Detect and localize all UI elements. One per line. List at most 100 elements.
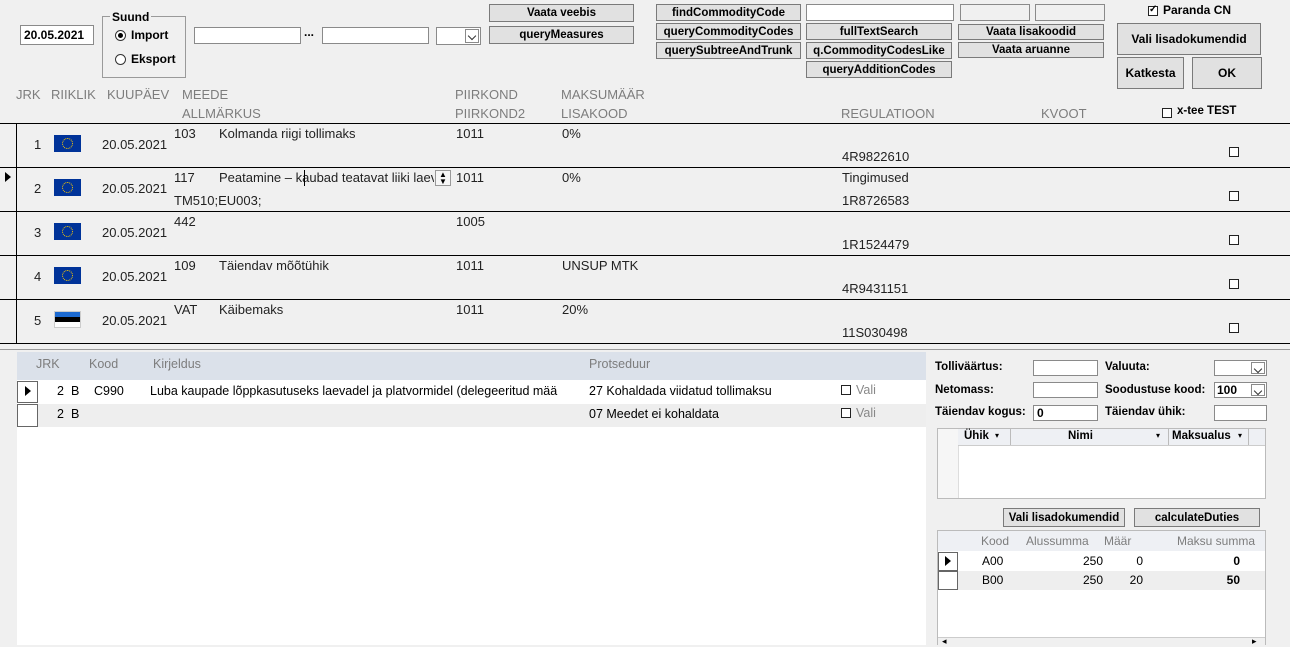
measure-date: 20.05.2021 [102,181,168,196]
xtee-test-label: x-tee TEST [1177,105,1237,117]
netomass-input[interactable] [1033,382,1098,398]
taiendav-kogus-input[interactable]: 0 [1033,405,1098,421]
text-cursor [304,170,305,186]
valuuta-select[interactable] [1214,360,1267,376]
measure-conditions-link[interactable]: Tingimused [842,170,909,185]
export-radio[interactable] [115,54,126,65]
measure-row[interactable]: 2 20.05.2021 117 Peatamine – kaubad teat… [0,168,1290,212]
measure-checkbox[interactable] [1229,235,1239,245]
vaata-lisakoodid-button[interactable]: Vaata lisakoodid [958,24,1104,40]
vali-label: Vali [856,383,876,397]
col-jrk: JRK [16,87,41,102]
measure-checkbox[interactable] [1229,147,1239,157]
netomass-label: Netomass: [935,384,994,396]
cond-proc: 27 Kohaldada viidatud tollimaksu [589,384,772,398]
duty-maar: 0 [1136,554,1143,568]
col-lisakood: LISAKOOD [561,106,628,121]
measure-checkbox[interactable] [1229,279,1239,289]
vali-lisadokumendid-top-button[interactable]: Vali lisadokumendid [1117,23,1261,55]
duty-kood: B00 [982,573,1004,587]
query-addition-codes-button[interactable]: queryAdditionCodes [806,61,952,78]
col-divider [1248,429,1249,445]
measure-date: 20.05.2021 [102,137,168,152]
sort-icon[interactable]: ▾ [995,431,999,440]
calculate-duties-button[interactable]: calculateDuties [1134,508,1260,527]
measure-desc: Täiendav mõõtühik [219,258,329,273]
measure-row[interactable]: 1 20.05.2021 103 Kolmanda riigi tollimak… [0,124,1290,168]
measure-row[interactable]: 4 20.05.2021 109 Täiendav mõõtühik 1011 … [0,256,1290,300]
sort-icon[interactable]: ▾ [1238,431,1242,440]
condition-row[interactable]: 2 B 07 Meedet ei kohaldata Vali [17,404,926,427]
vaata-aruanne-button[interactable]: Vaata aruanne [958,42,1104,58]
scroll-right-icon[interactable]: ▸ [1252,636,1257,647]
taiendav-uhik-input[interactable] [1214,405,1267,421]
chevron-down-icon [1251,384,1265,396]
paranda-cn-label: Paranda CN [1163,3,1232,17]
measure-rate: UNSUP MTK [562,258,639,273]
tollivaartus-input[interactable] [1033,360,1098,376]
cond-type: B [71,407,80,421]
duty-summa: 0 [1233,554,1240,568]
unit-col-nimi: Nimi [1068,430,1093,442]
sort-icon[interactable]: ▾ [1156,431,1160,440]
range-select[interactable] [436,27,481,45]
duty-col-alussumma: Alussumma [1026,534,1089,548]
measure-rate: 20% [562,302,589,317]
cond-col-protseduur: Protseduur [589,357,651,371]
direction-group [102,16,186,78]
range-from-input[interactable] [194,27,301,44]
vali-checkbox[interactable] [841,408,851,418]
query-subtree-button[interactable]: querySubtreeAndTrunk [656,42,801,59]
eu-flag-icon [54,179,81,196]
vali-checkbox[interactable] [841,385,851,395]
commodity-codes-like-button[interactable]: q.CommodityCodesLike [806,42,952,59]
scroll-left-icon[interactable]: ◂ [942,636,947,647]
code-input-1[interactable] [960,4,1030,21]
ok-button[interactable]: OK [1192,57,1262,89]
duty-row[interactable]: B00 250 20 50 [938,571,1265,590]
measure-row[interactable]: 5 20.05.2021 VAT Käibemaks 1011 20% 11S0… [0,300,1290,344]
vali-lisadokumendid-button[interactable]: Vali lisadokumendid [1003,508,1125,527]
measure-checkbox[interactable] [1229,191,1239,201]
measure-row[interactable]: 3 20.05.2021 442 1005 1R1524479 [0,212,1290,256]
import-radio[interactable] [115,30,126,41]
measure-checkbox[interactable] [1229,323,1239,333]
paranda-cn-checkbox[interactable]: ✓ [1148,4,1158,16]
measure-jrk: 4 [34,269,42,284]
measure-area: 1011 [456,170,484,185]
katkesta-button[interactable]: Katkesta [1117,57,1184,89]
condition-row[interactable]: 2 B C990 Luba kaupade lõppkasutuseks lae… [17,381,926,403]
measure-rate: 0% [562,126,581,141]
date-input[interactable]: 20.05.2021 [20,25,94,45]
range-to-input[interactable] [322,27,429,44]
xtee-test-checkbox[interactable] [1162,108,1172,118]
vaata-veebis-button[interactable]: Vaata veebis [489,4,634,22]
measure-desc: Kolmanda riigi tollimaks [219,126,356,141]
unit-grid-selector [938,429,959,498]
measure-note: TM510;EU003; [174,193,262,208]
duty-summa: 50 [1226,573,1240,587]
soodustuse-kood-value: 100 [1217,383,1238,397]
cond-desc: Luba kaupade lõppkasutuseks laevadel ja … [150,384,558,398]
unit-col-uhik: Ühik [964,430,989,442]
full-text-search-button[interactable]: fullTextSearch [806,23,952,40]
measure-desc: Peatamine – kaubad teatavat liiki laev [219,170,434,185]
spin-button[interactable]: ▲ ▼ [435,170,451,186]
check-icon: ✓ [1149,4,1158,15]
query-measures-button[interactable]: queryMeasures [489,26,634,44]
duty-kood: A00 [982,554,1004,568]
find-commodity-code-button[interactable]: findCommodityCode [656,4,801,21]
soodustuse-kood-select[interactable]: 100 [1214,382,1267,398]
query-commodity-codes-button[interactable]: queryCommodityCodes [656,23,801,40]
chevron-down-icon [1251,362,1265,374]
duty-row[interactable]: A00 250 0 0 [938,552,1265,571]
chevron-down-icon [465,29,479,43]
search-input[interactable] [806,4,954,21]
measure-date: 20.05.2021 [102,313,168,328]
col-piirkond: PIIRKOND [455,87,518,102]
chevron-down-icon: ▼ [439,177,447,186]
measure-code: 442 [174,214,196,229]
row-selector-icon [5,172,11,182]
section-divider [0,349,1290,350]
code-input-2[interactable] [1035,4,1105,21]
